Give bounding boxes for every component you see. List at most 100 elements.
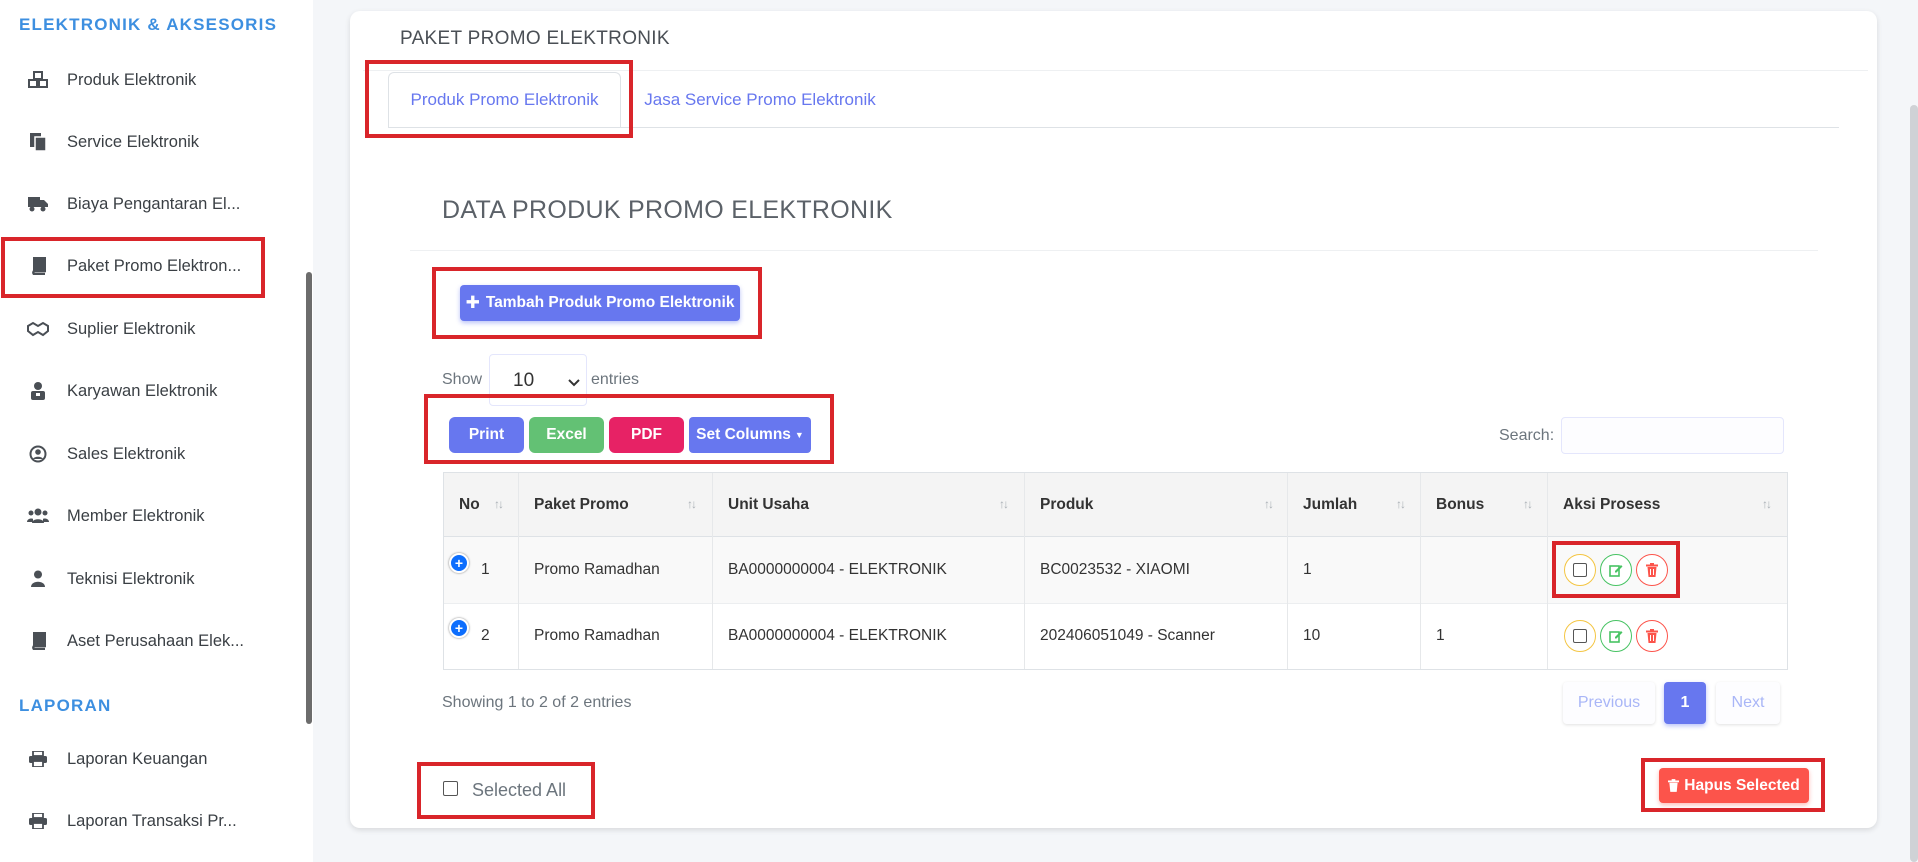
th-unit-usaha[interactable]: Unit Usaha <box>728 473 809 537</box>
sidebar-item-label: Produk Elektronik <box>67 70 197 89</box>
cell-no: 1 <box>481 561 490 578</box>
cell-paket: Promo Ramadhan <box>534 561 660 578</box>
cell-paket: Promo Ramadhan <box>534 627 660 644</box>
cell-unit: BA0000000004 - ELEKTRONIK <box>728 561 947 578</box>
print-icon <box>27 748 49 770</box>
sort-icon: ↑↓ <box>687 497 697 511</box>
truck-icon <box>27 193 49 215</box>
search-label: Search: <box>1499 427 1555 444</box>
sidebar-item-label: Biaya Pengantaran El... <box>67 194 241 213</box>
users-icon <box>27 505 49 527</box>
th-aksi-prosess[interactable]: Aksi Prosess <box>1563 473 1660 537</box>
page-title: PAKET PROMO ELEKTRONIK <box>400 28 670 49</box>
sidebar-item-label: Laporan Keuangan <box>67 749 208 768</box>
sidebar-item-suplier[interactable]: Suplier Elektronik <box>0 303 313 355</box>
cell-produk: 202406051049 - Scanner <box>1040 627 1215 644</box>
sidebar-section-reports: LAPORAN <box>19 696 112 715</box>
highlight-box <box>424 394 834 464</box>
cell-unit: BA0000000004 - ELEKTRONIK <box>728 627 947 644</box>
sort-icon: ↑↓ <box>1264 497 1274 511</box>
sort-icon: ↑↓ <box>494 497 504 511</box>
highlight-box <box>1552 541 1680 598</box>
table-info: Showing 1 to 2 of 2 entries <box>442 694 632 711</box>
book-icon <box>27 630 49 652</box>
sidebar-item-service[interactable]: Service Elektronik <box>0 116 313 168</box>
checkbox-box <box>1573 629 1587 643</box>
edit-icon <box>1609 631 1623 643</box>
table-row: + 2 Promo Ramadhan BA0000000004 - ELEKTR… <box>444 604 1787 670</box>
th-paket-promo[interactable]: Paket Promo <box>534 473 629 537</box>
print-icon <box>27 810 49 832</box>
pagination-page-1[interactable]: 1 <box>1664 682 1706 724</box>
main-scrollbar[interactable] <box>1910 105 1918 862</box>
column-divider <box>1024 473 1025 669</box>
cell-bonus: 1 <box>1436 627 1445 644</box>
briefcase-user-icon <box>27 380 49 402</box>
sidebar-item-biaya[interactable]: Biaya Pengantaran El... <box>0 178 313 230</box>
show-label: Show <box>442 371 483 388</box>
section-title: DATA PRODUK PROMO ELEKTRONIK <box>442 196 893 224</box>
search-input[interactable] <box>1561 417 1784 454</box>
sidebar-item-label: Service Elektronik <box>67 132 200 151</box>
column-divider <box>518 473 519 669</box>
row-select-checkbox[interactable] <box>1564 620 1596 652</box>
expand-row-icon[interactable]: + <box>449 618 469 638</box>
chevron-down-icon <box>568 374 580 392</box>
cell-jumlah: 1 <box>1303 561 1312 578</box>
highlight-box <box>365 60 633 138</box>
sidebar-scrollbar[interactable] <box>306 272 312 724</box>
sidebar-item-aset[interactable]: Aset Perusahaan Elek... <box>0 615 313 667</box>
column-divider <box>712 473 713 669</box>
sort-icon: ↑↓ <box>1396 497 1406 511</box>
cell-produk: BC0023532 - XIAOMI <box>1040 561 1190 578</box>
sidebar-item-label: Laporan Transaksi Pr... <box>67 811 237 830</box>
sidebar-item-label: Karyawan Elektronik <box>67 381 218 400</box>
pagination-previous[interactable]: Previous <box>1563 682 1655 724</box>
trash-icon <box>1646 629 1658 643</box>
sidebar: ELEKTRONIK & AKSESORIS Produk Elektronik… <box>0 0 313 862</box>
column-divider <box>1287 473 1288 669</box>
expand-row-icon[interactable]: + <box>449 553 469 573</box>
cubes-icon <box>27 69 49 91</box>
edit-button[interactable] <box>1600 620 1632 652</box>
th-produk[interactable]: Produk <box>1040 473 1093 537</box>
sidebar-item-sales[interactable]: Sales Elektronik <box>0 428 313 480</box>
entries-value: 10 <box>513 370 535 391</box>
highlight-box <box>417 762 595 819</box>
sidebar-item-label: Suplier Elektronik <box>67 319 196 338</box>
cell-no: 2 <box>481 627 490 644</box>
copy-icon <box>27 131 49 153</box>
sidebar-item-label: Aset Perusahaan Elek... <box>67 631 245 650</box>
user-icon <box>27 568 49 590</box>
sidebar-item-karyawan[interactable]: Karyawan Elektronik <box>0 365 313 417</box>
handshake-icon <box>27 318 49 340</box>
sidebar-item-label: Teknisi Elektronik <box>67 569 195 588</box>
sidebar-item-laporan-transaksi[interactable]: Laporan Transaksi Pr... <box>0 795 313 847</box>
sidebar-item-label: Sales Elektronik <box>67 444 186 463</box>
column-divider <box>1420 473 1421 669</box>
sort-icon: ↑↓ <box>999 497 1009 511</box>
sidebar-section-electronics: ELEKTRONIK & AKSESORIS <box>19 15 278 34</box>
entries-label: entries <box>591 371 640 388</box>
user-circle-icon <box>27 443 49 465</box>
highlight-box <box>432 267 762 339</box>
th-bonus[interactable]: Bonus <box>1436 473 1484 537</box>
cell-jumlah: 10 <box>1303 627 1321 644</box>
delete-button[interactable] <box>1636 620 1668 652</box>
tab-jasa-service-promo[interactable]: Jasa Service Promo Elektronik <box>640 72 880 128</box>
th-jumlah[interactable]: Jumlah <box>1303 473 1357 537</box>
sidebar-item-laporan-keuangan[interactable]: Laporan Keuangan <box>0 733 313 785</box>
sort-icon: ↑↓ <box>1762 497 1772 511</box>
sidebar-item-teknisi[interactable]: Teknisi Elektronik <box>0 553 313 605</box>
sidebar-item-label: Member Elektronik <box>67 506 205 525</box>
table-header: No ↑↓ Paket Promo ↑↓ Unit Usaha ↑↓ Produ… <box>444 473 1787 537</box>
sidebar-item-produk[interactable]: Produk Elektronik <box>0 54 313 106</box>
pagination-next[interactable]: Next <box>1716 682 1780 724</box>
column-divider <box>1547 473 1548 669</box>
highlight-box <box>1 237 265 298</box>
section-divider <box>410 250 1818 251</box>
sort-icon: ↑↓ <box>1523 497 1533 511</box>
highlight-box <box>1641 758 1825 812</box>
th-no[interactable]: No <box>459 473 480 537</box>
sidebar-item-member[interactable]: Member Elektronik <box>0 490 313 542</box>
